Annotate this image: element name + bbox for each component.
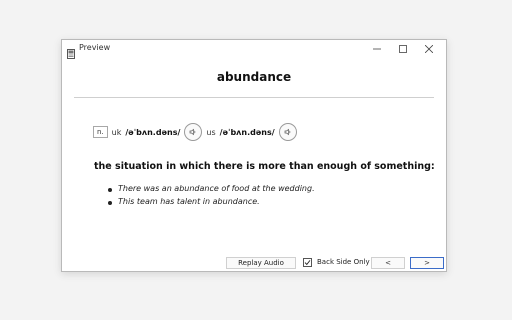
back-side-only-label[interactable]: Back Side Only — [317, 258, 370, 266]
example-list: There was an abundance of food at the we… — [108, 184, 315, 210]
replay-audio-button[interactable]: Replay Audio — [226, 257, 296, 269]
speaker-icon — [284, 128, 291, 136]
previous-button[interactable]: < — [371, 257, 405, 269]
maximize-icon — [399, 45, 407, 53]
checkmark-icon — [304, 260, 311, 266]
title-bar[interactable]: Preview — [62, 40, 446, 59]
pronunciation-region-uk: uk — [111, 127, 122, 137]
app-icon — [67, 44, 75, 59]
ipa-us: /əˈbʌn.dəns/ — [219, 127, 275, 137]
play-uk-audio-button[interactable] — [184, 123, 203, 141]
minimize-icon — [373, 48, 381, 50]
speaker-icon — [190, 128, 196, 136]
close-button[interactable] — [416, 40, 442, 58]
back-side-only-checkbox[interactable] — [303, 258, 312, 267]
headword: abundance — [216, 70, 292, 84]
part-of-speech-badge: n. — [93, 126, 108, 138]
close-icon — [425, 45, 433, 53]
bottom-toolbar: Replay Audio Back Side Only < > — [62, 257, 446, 271]
ipa-uk: /əˈbʌn.dəns/ — [125, 127, 181, 137]
window-title: Preview — [79, 43, 111, 52]
next-button[interactable]: > — [410, 257, 444, 269]
minimize-button[interactable] — [364, 40, 390, 58]
play-us-audio-button[interactable] — [278, 123, 297, 141]
pronunciation-region-us: us — [206, 127, 216, 137]
preview-window: Preview abundance n. uk /əˈbʌn.dəns/ us … — [61, 39, 447, 272]
divider — [74, 97, 434, 98]
example-sentence: There was an abundance of food at the we… — [108, 184, 315, 197]
example-sentence: This team has talent in abundance. — [108, 197, 315, 210]
maximize-button[interactable] — [390, 40, 416, 58]
pronunciation-row: n. uk /əˈbʌn.dəns/ us /əˈbʌn.dəns/ — [93, 123, 301, 141]
definition-text: the situation in which there is more tha… — [94, 161, 435, 172]
